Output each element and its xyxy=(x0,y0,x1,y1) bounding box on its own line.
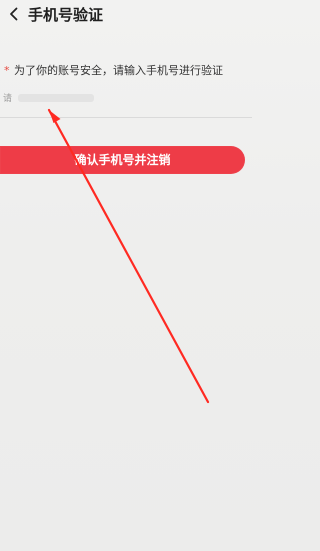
page-title: 手机号验证 xyxy=(28,6,104,24)
annotation-arrow xyxy=(47,108,210,404)
notice-text: 为了你的账号安全，请输入手机号进行验证 xyxy=(14,64,223,77)
verification-notice: * 为了你的账号安全，请输入手机号进行验证 xyxy=(4,64,223,78)
input-divider xyxy=(0,117,252,118)
redacted-phone-area xyxy=(18,94,94,102)
required-mark: * xyxy=(4,64,10,77)
header: 手机号验证 xyxy=(0,0,252,34)
back-chevron-icon[interactable] xyxy=(5,5,23,23)
confirm-and-cancel-button[interactable]: 确认手机号并注销 xyxy=(0,146,245,174)
